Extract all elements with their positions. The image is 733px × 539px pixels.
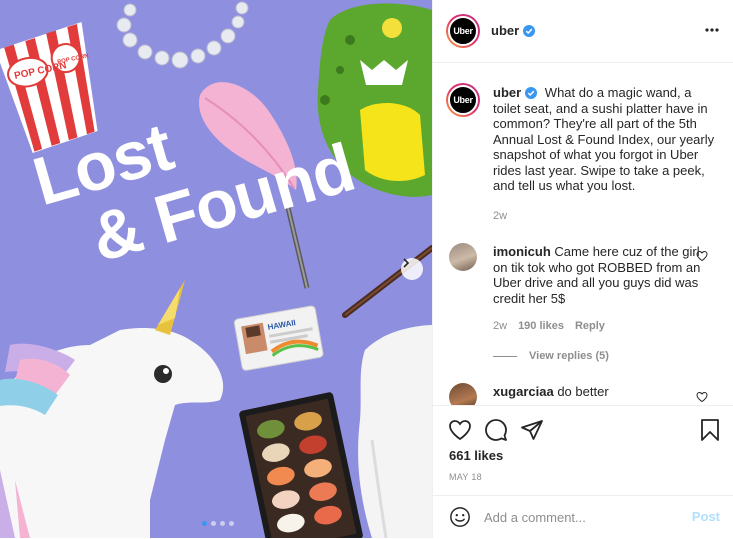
add-comment-bar: Post [433, 495, 733, 539]
reply-button[interactable]: Reply [575, 320, 605, 332]
emoji-icon[interactable] [449, 506, 471, 528]
comment-avatar[interactable] [449, 383, 477, 405]
carousel-dot [202, 521, 207, 526]
post-side-panel: Uber uber Uber uber What do a magic wand… [432, 0, 733, 538]
post-actions: 661 likes MAY 18 [433, 405, 733, 496]
comment-timestamp[interactable]: 2w [493, 320, 507, 332]
comments-section[interactable]: Uber uber What do a magic wand, a toilet… [433, 63, 733, 405]
avatar-logo: Uber [448, 16, 478, 46]
carousel-next-button[interactable] [401, 258, 423, 280]
chevron-right-icon [403, 258, 410, 268]
replies-divider [493, 355, 517, 357]
view-replies-label: View replies (5) [529, 350, 609, 362]
post-image[interactable]: POP CORN POP CORN HAWAII Lost & Found [0, 0, 432, 538]
magic-wand [342, 245, 432, 318]
comment: xugarciaa do better [493, 384, 609, 400]
carousel-dots [202, 521, 234, 526]
heart-icon[interactable] [696, 250, 708, 262]
more-options-icon[interactable] [704, 22, 720, 38]
post-caption: uber What do a magic wand, a toilet seat… [493, 85, 721, 194]
avatar-logo: Uber [448, 85, 478, 115]
caption-timestamp[interactable]: 2w [493, 210, 507, 222]
mannequin-head [358, 325, 432, 538]
verified-badge-icon [523, 25, 536, 37]
post-comment-button[interactable]: Post [692, 509, 720, 524]
carousel-dot [211, 521, 216, 526]
instagram-post: POP CORN POP CORN HAWAII Lost & Found Ub… [0, 0, 733, 538]
diamond-necklace [116, 1, 249, 69]
post-header: Uber uber [433, 0, 733, 63]
caption-avatar[interactable]: Uber [446, 83, 480, 117]
id-card: HAWAII [233, 305, 324, 371]
comment-username[interactable]: xugarciaa [493, 384, 554, 399]
likes-count[interactable]: 661 likes [449, 448, 503, 463]
verified-badge-icon [525, 87, 538, 99]
share-icon[interactable] [520, 418, 544, 442]
post-date[interactable]: MAY 18 [449, 472, 482, 482]
bookmark-icon[interactable] [699, 418, 721, 442]
username-text: uber [493, 85, 522, 100]
comment-meta: 2w 190 likes Reply [493, 320, 605, 332]
comment-icon[interactable] [484, 418, 508, 442]
comment-likes[interactable]: 190 likes [518, 320, 564, 332]
sushi-tray [239, 392, 363, 538]
caption-username[interactable]: uber [493, 85, 538, 100]
username-text: uber [491, 23, 520, 38]
comment-text: do better [557, 384, 609, 399]
unicorn-pinata [0, 280, 224, 538]
view-replies-button[interactable]: View replies (5) [493, 350, 609, 362]
heart-icon[interactable] [448, 418, 472, 442]
author-avatar[interactable]: Uber [446, 14, 480, 48]
caption-text: What do a magic wand, a toilet seat, and… [493, 85, 715, 193]
carousel-dot [220, 521, 225, 526]
carousel-dot [229, 521, 234, 526]
heart-icon[interactable] [696, 391, 708, 403]
comment-input[interactable] [484, 506, 684, 528]
comment-username[interactable]: imonicuh [493, 244, 551, 259]
author-username[interactable]: uber [491, 23, 536, 38]
comment: imonicuh Came here cuz of the girl on ti… [493, 244, 701, 306]
comment-avatar[interactable] [449, 243, 477, 271]
